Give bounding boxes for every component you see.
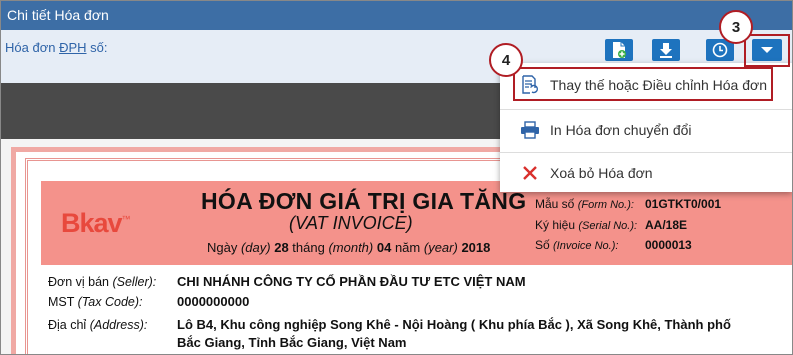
tax-code-value: 0000000000 xyxy=(177,294,250,309)
close-x-icon xyxy=(518,163,542,183)
seller-label: Đơn vị bán (Seller): xyxy=(48,275,157,289)
bkav-logo: Bkav™ xyxy=(61,208,131,238)
label-prefix: Hóa đơn xyxy=(5,40,60,55)
download-icon xyxy=(660,43,672,58)
address-value-line1: Lô B4, Khu công nghiệp Song Khê - Nội Ho… xyxy=(177,317,731,332)
callout-3: 3 xyxy=(719,10,753,44)
invoice-detail-window: Chi tiết Hóa đơn Hóa đơn ĐPH số: Bkav™ H… xyxy=(0,0,793,355)
menu-item-cancel-invoice[interactable]: Xoá bỏ Hóa đơn xyxy=(500,153,792,193)
printer-icon xyxy=(518,120,542,140)
callout-4: 4 xyxy=(489,43,523,77)
tax-code-label: MST (Tax Code): xyxy=(48,295,143,309)
download-button[interactable] xyxy=(652,39,680,61)
menu-item-label: In Hóa đơn chuyển đổi xyxy=(550,122,692,138)
clock-icon xyxy=(712,42,728,58)
serial-no-label: Ký hiệu (Serial No.): xyxy=(535,218,638,232)
form-no-label: Mẫu số (Form No.): xyxy=(535,197,634,211)
invoice-title: HÓA ĐƠN GIÁ TRỊ GIA TĂNG xyxy=(201,188,527,214)
highlight-dropdown-button xyxy=(744,34,790,67)
invoice-no-value: 0000013 xyxy=(645,238,692,252)
form-no-value: 01GTKT0/001 xyxy=(645,197,722,211)
highlight-replace-item xyxy=(513,67,773,101)
serial-no-value: AA/18E xyxy=(645,218,688,232)
file-add-icon xyxy=(613,42,626,58)
menu-item-print-converted[interactable]: In Hóa đơn chuyển đổi xyxy=(500,110,792,150)
invoice-date: Ngày (day) 28 tháng (month) 04 năm (year… xyxy=(207,240,491,255)
invoice-no-label: Số (Invoice No.): xyxy=(535,238,619,252)
window-titlebar: Chi tiết Hóa đơn xyxy=(1,1,792,30)
invoice-number-label: Hóa đơn ĐPH số: xyxy=(5,40,107,55)
label-dph: ĐPH xyxy=(59,40,87,55)
create-file-button[interactable] xyxy=(605,39,633,61)
seller-value: CHI NHÁNH CÔNG TY CỔ PHẦN ĐẦU TƯ ETC VIỆ… xyxy=(177,274,526,289)
address-value-line2: Bắc Giang, Tỉnh Bắc Giang, Việt Nam xyxy=(177,335,407,350)
address-label: Địa chỉ (Address): xyxy=(48,318,148,332)
invoice-subtitle: (VAT INVOICE) xyxy=(289,213,413,233)
menu-item-label: Xoá bỏ Hóa đơn xyxy=(550,165,653,181)
window-title: Chi tiết Hóa đơn xyxy=(7,7,109,23)
label-suffix: số: xyxy=(86,40,108,55)
